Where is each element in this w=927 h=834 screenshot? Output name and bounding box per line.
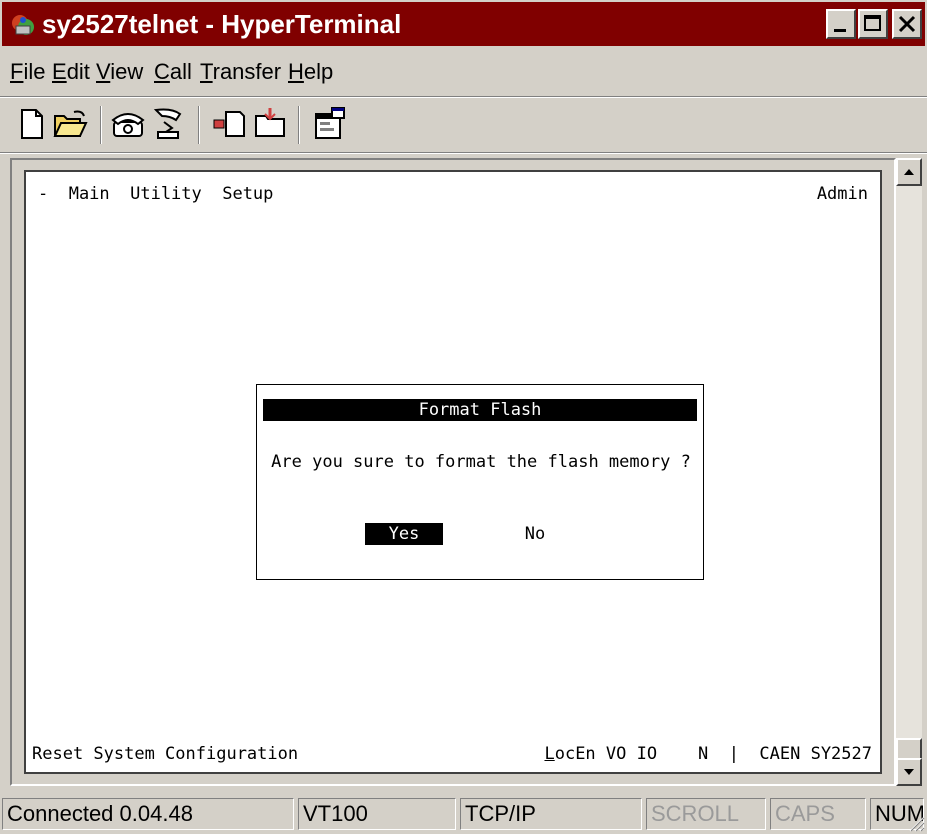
dialog-title: Format Flash [263,399,697,421]
terminal-user: Admin [816,184,868,204]
status-caps: CAPS [770,798,866,830]
send-icon[interactable] [212,106,248,142]
connect-icon[interactable] [110,106,146,142]
menu-transfer-accel: T [200,59,213,84]
title-bar[interactable]: sy2527telnet - HyperTerminal [2,2,925,46]
menu-transfer[interactable]: Transfer [200,58,281,86]
menu-help-accel: H [288,59,304,84]
properties-icon[interactable] [312,106,348,142]
window-title: sy2527telnet - HyperTerminal [42,9,402,39]
scroll-down-button[interactable] [896,758,922,786]
menu-bar: File Edit View Call Transfer Help [2,52,925,92]
resize-grip-icon[interactable] [905,812,925,832]
menu-call[interactable]: Call [154,58,192,86]
status-scroll: SCROLL [646,798,766,830]
status-protocol: TCP/IP [460,798,642,830]
terminal-top-menu: - Main Utility Setup [38,184,274,204]
up-arrow-icon [904,169,914,175]
toolbar-separator [298,106,300,144]
terminal-status-text: ocEn VO IO N | CAEN SY2527 [554,744,872,764]
menu-edit[interactable]: Edit [52,58,90,86]
menu-file-accel: F [10,59,24,84]
minimize-icon [834,29,846,32]
dialog-message: Are you sure to format the flash memory … [271,452,691,472]
terminal-screen[interactable]: - Main Utility Setup Admin Format Flash … [24,170,882,774]
menu-call-label: all [169,59,192,84]
menu-view-label: iew [110,59,144,84]
maximize-icon [864,15,881,31]
scroll-up-button[interactable] [896,158,922,186]
maximize-button[interactable] [858,9,888,39]
menu-file[interactable]: File [10,58,45,86]
hyperterminal-window: sy2527telnet - HyperTerminal File Edit V… [0,0,927,834]
terminal-frame: - Main Utility Setup Admin Format Flash … [10,158,896,786]
status-connected: Connected 0.04.48 [2,798,294,830]
receive-icon[interactable] [252,106,288,142]
vertical-scrollbar[interactable] [896,158,922,786]
toolbar-separator [198,106,200,144]
menu-transfer-label: ransfer [212,59,282,84]
close-button[interactable] [892,9,922,39]
terminal-status-accel: L [544,744,555,764]
terminal-bottom-left: Reset System Configuration [32,744,299,764]
down-arrow-icon [904,769,914,775]
menu-help-label: elp [303,59,334,84]
no-button[interactable]: No [515,523,555,545]
toolbar-separator [100,106,102,144]
format-flash-dialog: Format Flash Are you sure to format the … [256,384,704,580]
new-icon[interactable] [14,106,50,142]
menu-file-label: ile [23,59,46,84]
disconnect-icon[interactable] [150,106,186,142]
minimize-button[interactable] [826,9,856,39]
toolbar-bottom-divider [0,152,927,154]
scroll-thumb[interactable] [896,738,922,760]
close-icon [898,15,916,33]
menu-call-accel: C [154,59,170,84]
menu-edit-label: dit [66,59,90,84]
menu-view[interactable]: View [96,58,143,86]
toolbar [0,98,927,152]
status-emulation: VT100 [298,798,456,830]
menu-help[interactable]: Help [288,58,333,86]
yes-button[interactable]: Yes [365,523,443,545]
terminal-content: - Main Utility Setup Admin Format Flash … [26,172,880,772]
hyperterminal-icon[interactable] [10,12,36,38]
terminal-bottom-status: LocEn VO IO N | CAEN SY2527 [544,744,872,764]
menu-edit-accel: E [52,59,67,84]
menu-view-accel: V [96,59,111,84]
status-bar: Connected 0.04.48 VT100 TCP/IP SCROLL CA… [0,796,927,834]
open-icon[interactable] [52,106,88,142]
